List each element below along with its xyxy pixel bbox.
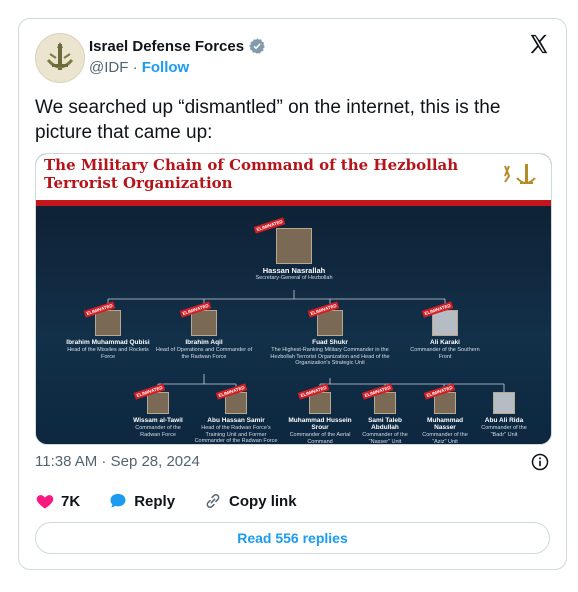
org-node-top: Hassan Nasrallah Secretary-General of He…	[244, 228, 344, 282]
org-chart: Hassan Nasrallah Secretary-General of He…	[36, 206, 551, 444]
like-button[interactable]: 7K	[35, 491, 80, 511]
node-role: Commander of the Southern Front	[410, 347, 480, 360]
tweet-actions-bar: 7K Reply Copy link	[35, 491, 325, 511]
idf-emblem-icon	[36, 34, 84, 82]
follow-button[interactable]: Follow	[142, 59, 190, 76]
author-name[interactable]: Israel Defense Forces	[89, 38, 244, 55]
author-handle-row: @IDF · Follow	[89, 59, 189, 76]
node-name: Wissam al-Tawil	[133, 417, 183, 424]
org-node-tier2: Fuad Shukr The Highest-Ranking Military …	[270, 310, 390, 367]
portrait-photo	[276, 228, 312, 264]
org-node-tier3: Muhammad Hussein Srour Commander of the …	[288, 392, 352, 445]
author-name-row: Israel Defense Forces	[89, 37, 266, 55]
x-logo-icon[interactable]	[528, 33, 550, 55]
node-name: Ibrahim Aqil	[185, 339, 223, 346]
node-role: Head of the Missiles and Rockets Force	[67, 347, 149, 360]
org-node-tier3: Sami Taleb Abdullah Commander of the "Na…	[354, 392, 416, 445]
node-name: Muhammad Hussein Srour	[288, 417, 352, 431]
portrait-photo	[191, 310, 217, 336]
org-node-tier2: Ibrahim Aqil Head of Operations and Comm…	[154, 310, 254, 360]
like-count: 7K	[61, 492, 81, 510]
org-node-tier2: Ali Karaki Commander of the Southern Fro…	[406, 310, 484, 360]
node-role: Commander of the "Badr" Unit	[481, 425, 527, 438]
node-role: Commander of the "Aziz" Unit	[422, 432, 468, 445]
reply-label: Reply	[134, 492, 176, 510]
reply-bubble-icon	[110, 493, 126, 508]
node-role: Secretary-General of Hezbollah	[255, 275, 333, 281]
handle-separator: ·	[132, 59, 138, 76]
tweet-text: We searched up “dismantled” on the inter…	[35, 97, 501, 143]
node-role: Commander of the Radwan Force	[135, 425, 181, 438]
org-node-tier3: Muhammad Nasser Commander of the "Aziz" …	[418, 392, 472, 445]
node-name: Ali Karaki	[430, 339, 460, 346]
infographic-title-line2: Terrorist Organization	[44, 174, 233, 192]
info-icon[interactable]	[530, 452, 550, 472]
node-role: Head of the Radwan Force's Training Unit…	[194, 425, 278, 444]
node-role: Commander of the "Nasser" Unit	[362, 432, 408, 445]
node-role: The Highest-Ranking Military Commander i…	[270, 347, 390, 366]
org-node-tier2: Ibrahim Muhammad Qubisi Head of the Miss…	[63, 310, 153, 360]
copy-link-button[interactable]: Copy link	[203, 491, 297, 511]
node-name: Muhammad Nasser	[426, 417, 464, 431]
reply-button[interactable]: Reply	[108, 491, 175, 511]
portrait-photo	[432, 310, 458, 336]
copy-link-label: Copy link	[229, 492, 297, 510]
author-handle[interactable]: @IDF	[89, 59, 128, 76]
node-role: Commander of the Aerial Command	[289, 432, 351, 445]
heart-icon	[36, 495, 54, 509]
tweet-media-image[interactable]: The Military Chain of Command of the Hez…	[35, 153, 552, 445]
node-role: Head of Operations and Commander of the …	[155, 347, 253, 360]
read-replies-button[interactable]: Read 556 replies	[35, 522, 550, 554]
node-name: Sami Taleb Abdullah	[368, 417, 402, 431]
node-name: Ibrahim Muhammad Qubisi	[66, 339, 150, 346]
portrait-photo	[493, 392, 515, 414]
infographic-title: The Military Chain of Command of the Hez…	[44, 156, 458, 192]
verified-badge-icon	[249, 38, 265, 54]
link-icon	[206, 494, 220, 508]
tweet-timestamp[interactable]: 11:38 AM · Sep 28, 2024	[35, 453, 200, 470]
portrait-photo	[95, 310, 121, 336]
idf-emblem-icon	[504, 164, 536, 184]
org-node-tier3: Abu Ali Rida Commander of the "Badr" Uni…	[476, 392, 532, 438]
portrait-photo	[374, 392, 396, 414]
node-name: Hassan Nasrallah	[262, 266, 326, 275]
infographic-title-line1: The Military Chain of Command of the Hez…	[44, 156, 459, 174]
node-name: Abu Hassan Samir	[207, 417, 265, 424]
tweet-card: Israel Defense Forces @IDF · Follow We s…	[18, 18, 567, 570]
infographic-header: The Military Chain of Command of the Hez…	[36, 154, 551, 200]
author-avatar[interactable]	[35, 33, 85, 83]
portrait-photo	[147, 392, 169, 414]
node-name: Fuad Shukr	[312, 339, 348, 346]
org-node-tier3: Abu Hassan Samir Head of the Radwan Forc…	[192, 392, 280, 444]
node-name: Abu Ali Rida	[484, 417, 524, 424]
